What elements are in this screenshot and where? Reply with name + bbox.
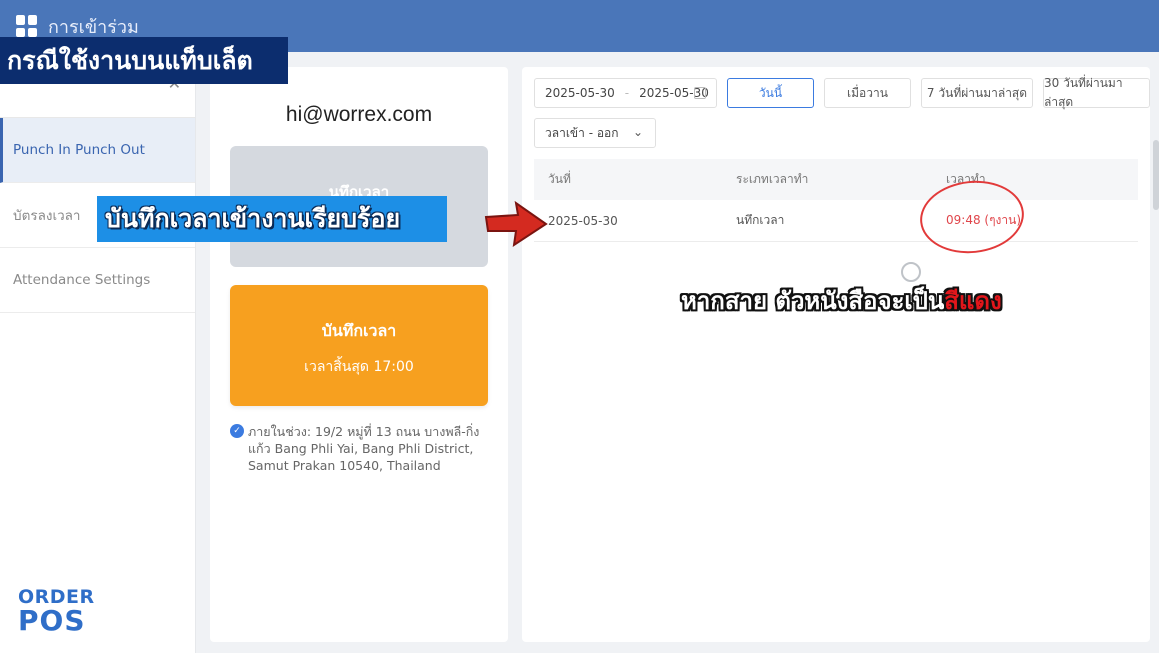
scrollbar[interactable] — [1153, 140, 1159, 210]
overlay-tablet-caption: กรณีใช้งานบนแท็บเล็ต — [0, 37, 288, 84]
sidebar-item-settings[interactable]: Attendance Settings — [0, 248, 195, 313]
header-type: ระเภทเวลาทำ — [736, 172, 809, 186]
overlay-late-note: หากสาย ตัวหนังสือจะเป็นสีแดง — [681, 281, 1002, 320]
late-note-red-text: สีแดง — [944, 287, 1002, 315]
last-7-days-button[interactable]: 7 วันที่ผ่านมาล่าสุด — [921, 78, 1033, 108]
sidebar-item-label: Punch In Punch Out — [13, 142, 145, 158]
location-info: ✓ ภายในช่วง: 19/2 หมู่ที่ 13 ถนน บางพลี-… — [230, 423, 492, 474]
check-icon: ✓ — [230, 424, 244, 438]
time-type-select[interactable]: วลาเข้า - ออก ⌄ — [534, 118, 656, 148]
date-range-picker[interactable]: 2025-05-30 - 2025-05-30 — [534, 78, 717, 108]
loading-ring — [901, 262, 921, 282]
punch-out-card-title: บันทึกเวลา — [321, 321, 397, 340]
sidebar: ✕ Punch In Punch Out บัตรลงเวลา Attendan… — [0, 52, 196, 653]
time-type-value: วลาเข้า - ออก — [545, 125, 619, 140]
row-type: นทึกเวลา — [736, 213, 785, 227]
overlay-saved-caption: บันทึกเวลาเข้างานเรียบร้อย — [97, 196, 447, 242]
date-separator: - — [624, 86, 630, 100]
punch-out-card-end-time: เวลาสิ้นสุด 17:00 — [304, 359, 414, 375]
sidebar-item-punch[interactable]: Punch In Punch Out — [0, 118, 195, 183]
punch-panel: hi@worrex.com นทึกเวลา บันทึกเวลา เวลาสิ… — [210, 67, 508, 642]
calendar-icon[interactable] — [694, 87, 706, 99]
header-date: วันที่ — [548, 172, 571, 186]
orderpos-logo: ORDER POS — [18, 586, 95, 637]
records-panel: 2025-05-30 - 2025-05-30 วันนี้ เมื่อวาน … — [522, 67, 1150, 642]
arrow-icon — [484, 200, 548, 248]
date-from: 2025-05-30 — [545, 86, 615, 100]
table-header: วันที่ ระเภทเวลาทำ เวลาทำ — [534, 159, 1138, 200]
grid-icon[interactable] — [16, 15, 38, 37]
last-30-days-button[interactable]: 30 วันที่ผ่านมาล่าสุด — [1043, 76, 1150, 109]
sidebar-item-label: บัตรลงเวลา — [13, 208, 81, 224]
yesterday-button[interactable]: เมื่อวาน — [824, 78, 911, 108]
table-row: 2025-05-30 นทึกเวลา 09:48 (ๆงาน) — [534, 200, 1138, 242]
chevron-down-icon: ⌄ — [632, 125, 643, 139]
user-email: hi@worrex.com — [285, 103, 433, 126]
today-button[interactable]: วันนี้ — [727, 78, 814, 108]
punch-out-card[interactable]: บันทึกเวลา เวลาสิ้นสุด 17:00 — [230, 285, 488, 406]
location-text: ภายในช่วง: 19/2 หมู่ที่ 13 ถนน บางพลี-กิ… — [248, 424, 480, 473]
row-date: 2025-05-30 — [548, 213, 618, 228]
late-note-text: หากสาย ตัวหนังสือจะเป็น — [681, 287, 945, 315]
sidebar-item-label: Attendance Settings — [13, 272, 151, 288]
